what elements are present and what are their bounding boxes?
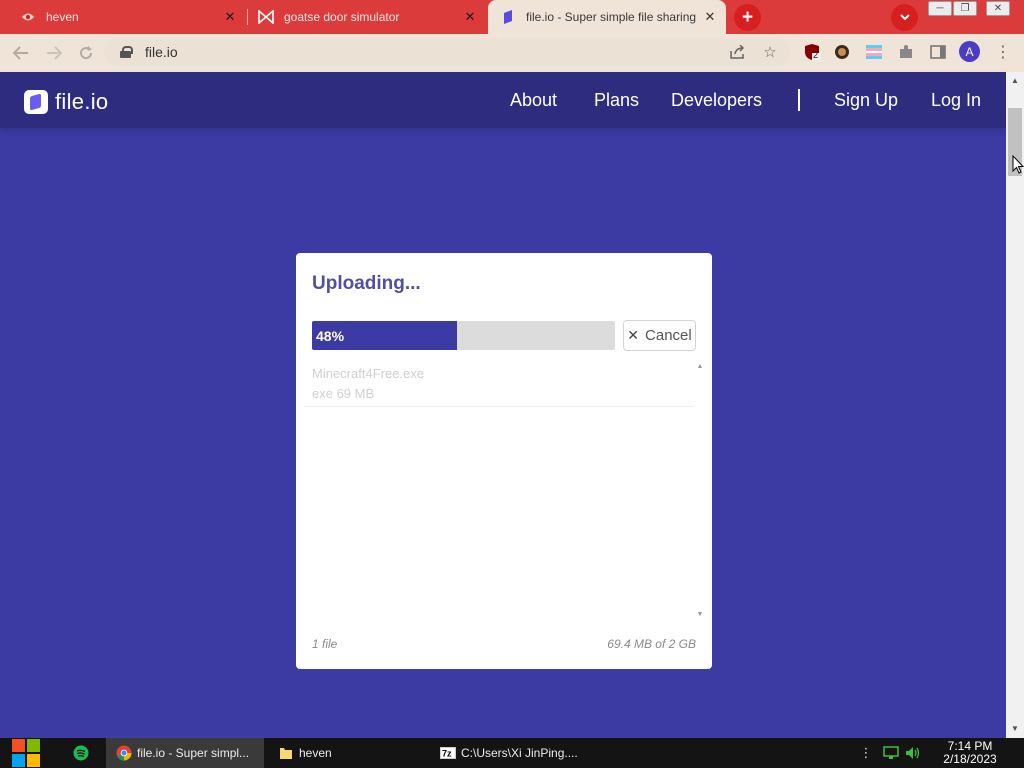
reload-button[interactable] bbox=[76, 43, 96, 63]
progress-fill: 48% bbox=[312, 321, 458, 350]
spotify-icon[interactable] bbox=[73, 745, 89, 761]
url-text[interactable]: file.io bbox=[145, 44, 178, 60]
scroll-up-arrow-icon[interactable]: ▲ bbox=[696, 363, 704, 370]
sidebar-icon[interactable] bbox=[928, 42, 948, 62]
file-count: 1 file bbox=[312, 637, 338, 651]
clock-date: 2/18/2023 bbox=[943, 752, 997, 766]
tab-heven[interactable]: heven ✕ bbox=[8, 0, 246, 34]
new-tab-button[interactable]: + bbox=[734, 4, 761, 31]
forward-arrow-icon bbox=[47, 46, 62, 60]
volume-icon[interactable] bbox=[905, 745, 921, 761]
chevron-down-icon bbox=[899, 14, 910, 21]
bow-favicon-icon bbox=[258, 9, 274, 25]
restore-button[interactable]: ❐ bbox=[953, 1, 977, 16]
window-close-button[interactable]: ✕ bbox=[986, 1, 1010, 16]
progress-label: 48% bbox=[316, 327, 345, 344]
scroll-down-arrow-icon[interactable]: ▼ bbox=[1011, 724, 1019, 733]
ublock-icon[interactable]: 2 bbox=[802, 42, 822, 62]
forward-button[interactable] bbox=[44, 43, 64, 63]
tab-goatse-door-simulator[interactable]: goatse door simulator ✕ bbox=[248, 0, 486, 34]
windows-logo-icon bbox=[12, 739, 40, 767]
reload-icon bbox=[80, 46, 93, 60]
tab-title: goatse door simulator bbox=[284, 10, 400, 24]
puzzle-icon[interactable] bbox=[896, 42, 916, 62]
file-name: Minecraft4Free.exe bbox=[312, 366, 424, 381]
nav-divider bbox=[798, 89, 800, 111]
profile-avatar[interactable]: A bbox=[959, 41, 980, 62]
storage-usage: 69.4 MB of 2 GB bbox=[607, 637, 696, 651]
nav-sign-up[interactable]: Sign Up bbox=[834, 90, 898, 111]
browser-toolbar: file.io ☆ 2 A ⋮ bbox=[0, 34, 1024, 72]
tab-close-icon[interactable]: ✕ bbox=[222, 9, 238, 25]
taskbar-app-chrome[interactable]: file.io - Super simpl... bbox=[106, 738, 264, 768]
back-arrow-icon bbox=[13, 46, 28, 60]
chrome-icon bbox=[116, 745, 132, 761]
browser-tab-strip: heven ✕ goatse door simulator ✕ file.io … bbox=[0, 0, 1024, 34]
tab-close-icon[interactable]: ✕ bbox=[462, 9, 478, 25]
taskbar-app-label: C:\Users\Xi JinPing.... bbox=[461, 746, 578, 760]
heven-favicon-icon bbox=[20, 9, 36, 25]
nav-developers[interactable]: Developers bbox=[671, 90, 762, 111]
bookmark-star-icon[interactable]: ☆ bbox=[758, 38, 782, 66]
tab-title: file.io - Super simple file sharing bbox=[526, 10, 697, 24]
svg-text:7z: 7z bbox=[442, 749, 452, 759]
taskbar-app-label: heven bbox=[299, 746, 332, 760]
upload-title: Uploading... bbox=[312, 273, 421, 294]
fileio-logo-icon bbox=[24, 90, 48, 114]
tab-close-icon[interactable]: ✕ bbox=[702, 9, 718, 25]
site-header: file.io About Plans Developers Sign Up L… bbox=[0, 72, 1006, 128]
network-icon[interactable] bbox=[883, 745, 899, 761]
logo-text: file.io bbox=[55, 89, 109, 114]
file-list[interactable]: Minecraft4Free.exe exe 69 MB ▲ ▼ bbox=[304, 359, 712, 625]
scroll-up-arrow-icon[interactable]: ▲ bbox=[1011, 76, 1019, 85]
file-list-scrollbar[interactable]: ▲ ▼ bbox=[696, 359, 704, 625]
taskbar-clock[interactable]: 7:14 PM 2/18/2023 bbox=[936, 740, 1004, 766]
close-icon: ✕ bbox=[627, 327, 640, 343]
share-icon[interactable] bbox=[726, 38, 750, 66]
start-button[interactable] bbox=[10, 738, 44, 768]
tray-overflow-icon[interactable]: ⋮ bbox=[858, 745, 874, 761]
nav-log-in[interactable]: Log In bbox=[931, 90, 981, 111]
taskbar-app-label: file.io - Super simpl... bbox=[137, 746, 250, 760]
tab-search-button[interactable] bbox=[891, 4, 918, 31]
taskbar-app-explorer[interactable]: heven bbox=[268, 738, 426, 768]
tab-title: heven bbox=[46, 10, 79, 24]
upload-progress-bar: 48% bbox=[312, 321, 615, 350]
kebab-menu-icon[interactable]: ⋮ bbox=[993, 42, 1013, 62]
ublock-badge: 2 bbox=[813, 50, 819, 60]
cancel-label: Cancel bbox=[645, 327, 692, 344]
back-button[interactable] bbox=[11, 43, 31, 63]
minimize-button[interactable]: ─ bbox=[928, 1, 952, 16]
site-logo[interactable]: file.io bbox=[24, 89, 108, 115]
file-meta: exe 69 MB bbox=[312, 386, 375, 401]
address-bar[interactable]: file.io ☆ bbox=[104, 38, 790, 66]
cancel-button[interactable]: ✕ Cancel bbox=[623, 320, 696, 351]
tab-fileio[interactable]: file.io - Super simple file sharing ✕ bbox=[488, 0, 726, 34]
upload-card: Uploading... 48% ✕ Cancel Minecraft4Free… bbox=[296, 253, 712, 669]
profile-photo-icon[interactable] bbox=[832, 42, 852, 62]
pride-icon[interactable] bbox=[864, 42, 884, 62]
taskbar-app-7zip[interactable]: 7z C:\Users\Xi JinPing.... bbox=[430, 738, 588, 768]
nav-plans[interactable]: Plans bbox=[594, 90, 639, 111]
lock-icon[interactable] bbox=[120, 46, 133, 58]
file-explorer-icon bbox=[278, 745, 294, 761]
fileio-favicon-icon bbox=[500, 9, 516, 25]
nav-about[interactable]: About bbox=[510, 90, 557, 111]
windows-taskbar: file.io - Super simpl... heven 7z C:\Use… bbox=[0, 738, 1024, 768]
7zip-icon: 7z bbox=[440, 745, 456, 761]
scroll-down-arrow-icon[interactable]: ▼ bbox=[696, 611, 704, 618]
mouse-cursor-icon bbox=[1012, 155, 1024, 174]
list-item: Minecraft4Free.exe exe 69 MB bbox=[304, 359, 694, 407]
